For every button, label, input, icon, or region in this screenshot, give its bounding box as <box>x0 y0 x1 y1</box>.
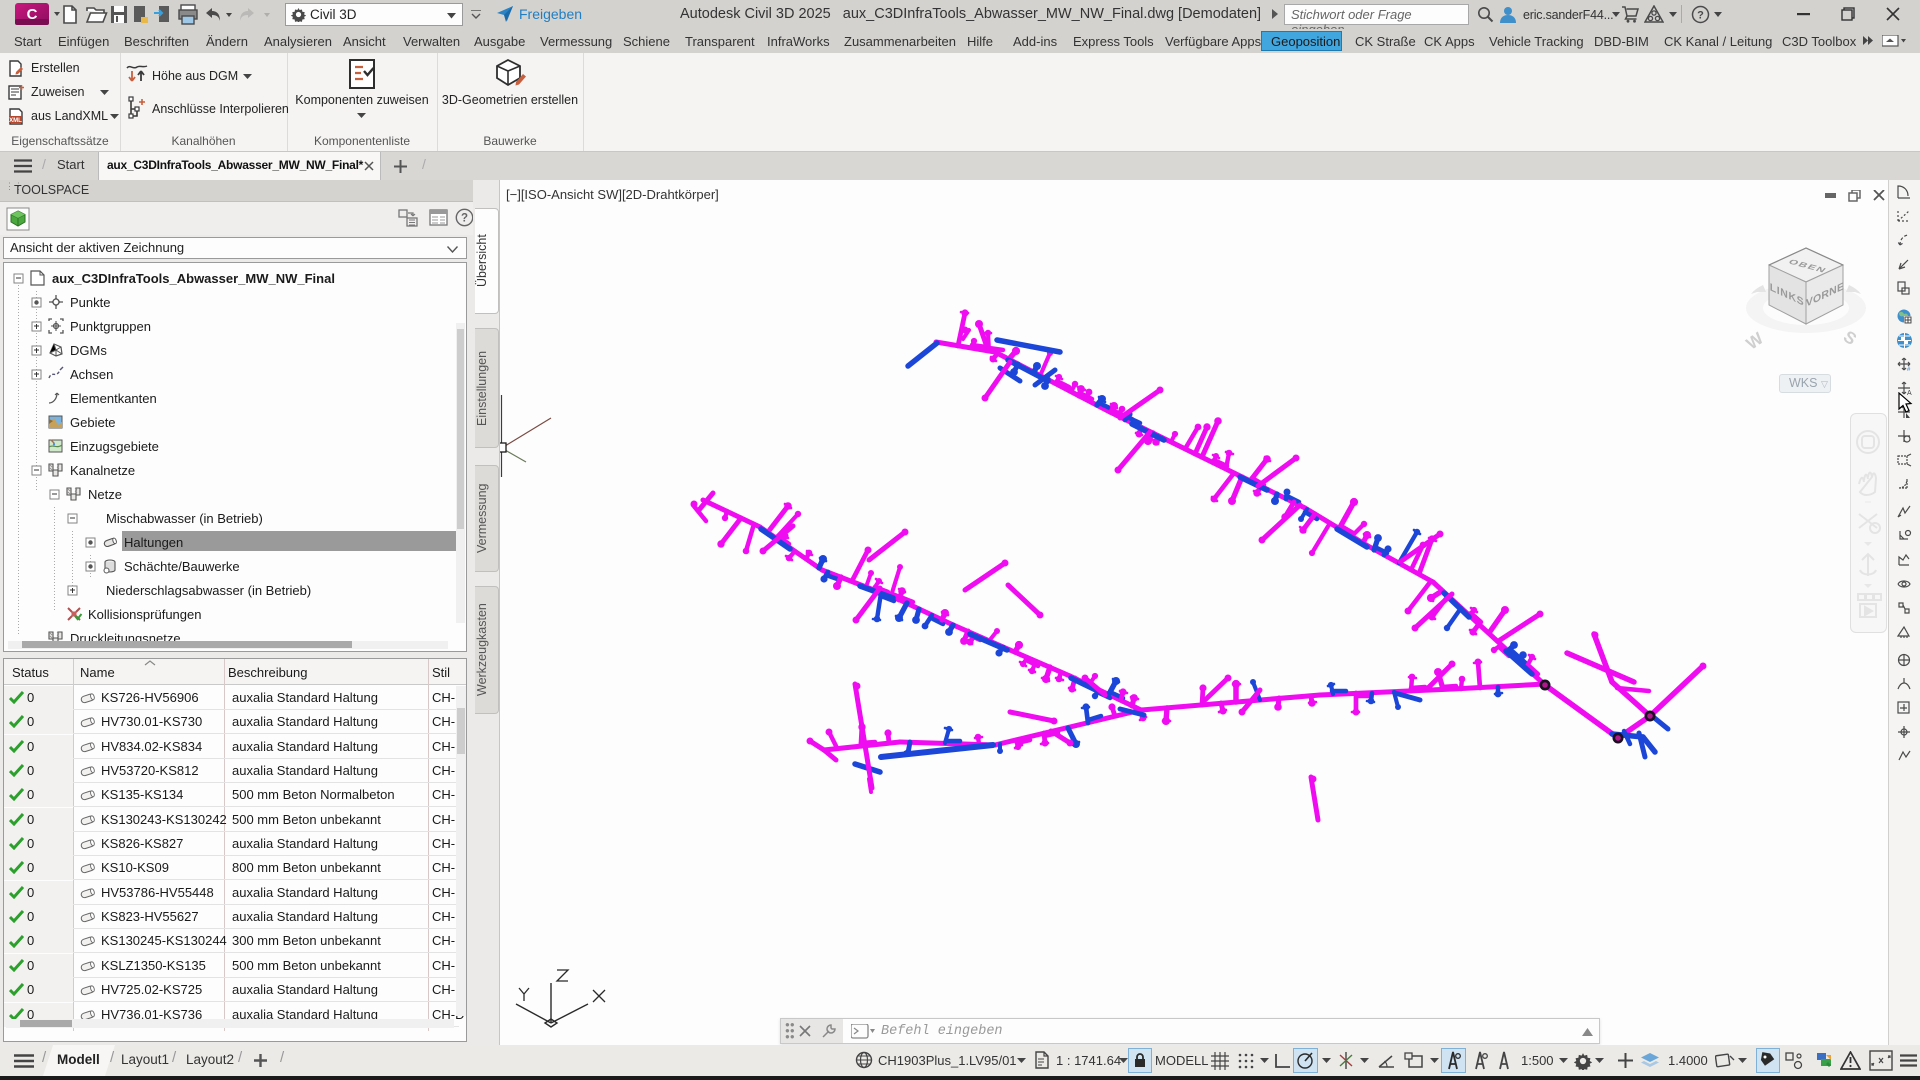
svg-text:C: C <box>27 6 38 23</box>
svg-text:XML: XML <box>9 118 22 124</box>
svg-text:?: ? <box>461 213 468 225</box>
svg-text:S: S <box>1840 327 1860 349</box>
svg-text:?: ? <box>1697 10 1704 22</box>
svg-text:W: W <box>1743 328 1768 353</box>
svg-text:#: # <box>1907 367 1911 372</box>
